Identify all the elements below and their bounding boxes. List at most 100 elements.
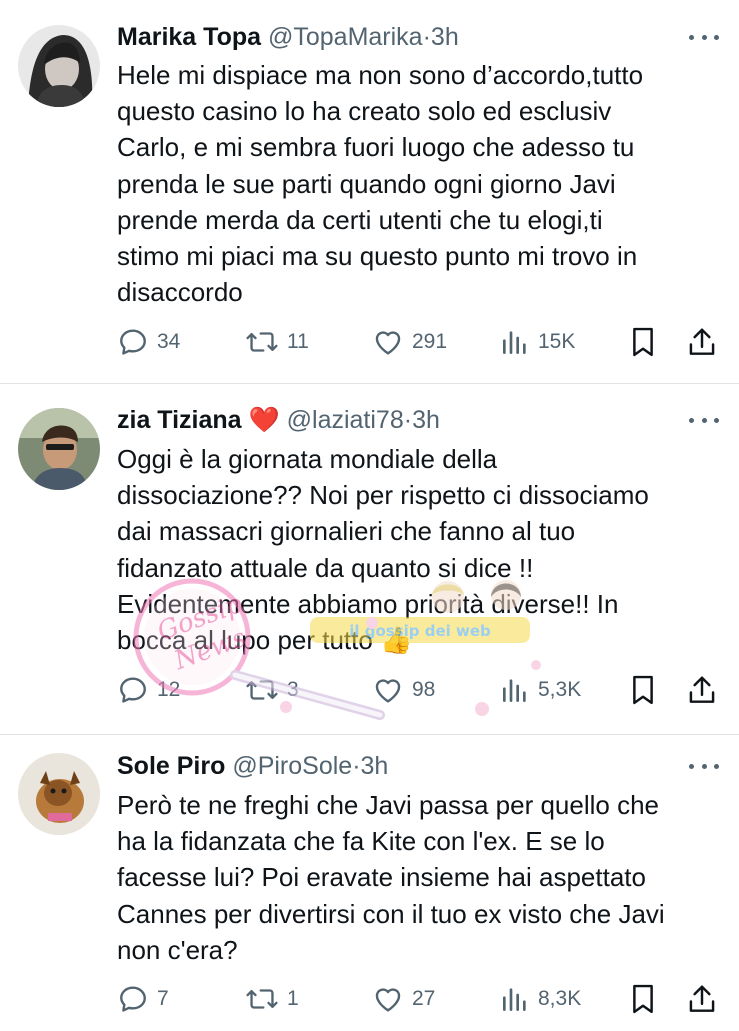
repost-count: 1 (287, 987, 299, 1010)
heart-emoji-icon: ❤️ (248, 406, 280, 434)
avatar[interactable] (18, 753, 100, 835)
separator: · (352, 752, 361, 780)
bookmark-button[interactable] (629, 979, 657, 1019)
tweet[interactable]: Sole Piro @PiroSole·3h Però te ne freghi… (0, 735, 739, 1031)
tweet-text-line: fidanzato attuale da quanto si dice !! (117, 552, 534, 583)
like-button[interactable]: 27 (372, 979, 435, 1019)
separator: · (422, 23, 431, 51)
tweet-text: Oggi è la giornata mondiale della dissoc… (117, 441, 717, 658)
tweet-text-line: prenda le sue parti quando ogni giorno J… (117, 168, 616, 199)
tweet[interactable]: zia Tiziana ❤️ @laziati78·3h Oggi è la g… (0, 384, 739, 734)
views-count: 8,3K (538, 987, 582, 1010)
reply-button[interactable]: 12 (117, 670, 180, 710)
separator: · (403, 406, 413, 434)
repost-count: 11 (287, 330, 309, 353)
action-bar: 7 1 27 8,3K (117, 979, 722, 1019)
tweet[interactable]: Marika Topa @TopaMarika·3h Hele mi dispi… (0, 0, 739, 383)
tweet-text: Però te ne freghi che Javi passa per que… (117, 787, 717, 968)
reply-icon (120, 329, 146, 355)
reply-button[interactable]: 7 (117, 979, 169, 1019)
tweet-text-line: Cannes per divertirsi con il tuo ex vist… (117, 898, 665, 929)
tweet-header: zia Tiziana ❤️ @laziati78·3h (117, 401, 440, 439)
avatar[interactable] (18, 408, 100, 490)
more-icon[interactable] (689, 401, 719, 439)
bookmark-icon (633, 675, 653, 705)
timestamp[interactable]: 3h (361, 752, 389, 780)
views-button[interactable]: 5,3K (500, 670, 581, 710)
handle[interactable]: @TopaMarika (268, 23, 423, 51)
like-count: 291 (412, 330, 448, 353)
views-button[interactable]: 15K (500, 322, 575, 362)
tweet-text-line: Hele mi dispiace ma non sono d’accordo,t… (117, 60, 644, 90)
display-name[interactable]: zia Tiziana (117, 406, 242, 434)
views-icon (503, 988, 526, 1011)
views-icon (503, 679, 526, 702)
share-icon (689, 328, 715, 355)
reply-icon (120, 677, 146, 703)
tweet-text-line: Evidentemente abbiamo priorità diverse!!… (117, 588, 619, 619)
tweet-header: Sole Piro @PiroSole·3h (117, 747, 388, 785)
like-button[interactable]: 98 (372, 670, 435, 710)
repost-icon (246, 332, 278, 352)
reply-button[interactable]: 34 (117, 322, 180, 362)
views-icon (503, 331, 526, 354)
avatar[interactable] (18, 25, 100, 107)
views-count: 5,3K (538, 678, 582, 701)
avatar-image (18, 25, 100, 107)
more-icon[interactable] (689, 747, 719, 785)
display-name[interactable]: Sole Piro (117, 752, 225, 780)
share-button[interactable] (687, 322, 717, 362)
repost-button[interactable]: 11 (245, 322, 309, 362)
heart-icon (375, 988, 401, 1012)
tweet-text-line: dissociazione?? Noi per rispetto ci diss… (117, 480, 649, 511)
tweet-text-line: dai massacri giornalieri che fanno al tu… (117, 516, 576, 547)
like-count: 27 (412, 987, 436, 1010)
share-button[interactable] (687, 670, 717, 710)
action-bar: 34 11 291 15K (117, 322, 722, 362)
share-button[interactable] (687, 979, 717, 1019)
heart-icon (375, 679, 401, 703)
bookmark-icon (633, 327, 653, 357)
action-bar: 12 3 98 5,3K (117, 670, 722, 710)
tweet-header: Marika Topa @TopaMarika·3h (117, 18, 459, 56)
heart-icon (375, 331, 401, 355)
avatar-image (18, 753, 100, 835)
repost-count: 3 (287, 678, 299, 701)
repost-icon (246, 989, 278, 1009)
tweet-text-line: ha la fidanzata che fa Kite con l'ex. E … (117, 826, 605, 857)
bookmark-button[interactable] (629, 670, 657, 710)
tweet-text-line: facesse lui? Poi eravate insieme hai asp… (117, 862, 646, 893)
handle[interactable]: @PiroSole (232, 752, 352, 780)
reply-icon (120, 986, 146, 1012)
repost-button[interactable]: 1 (245, 979, 299, 1019)
like-button[interactable]: 291 (372, 322, 447, 362)
tweet-text-line: non c'era? (117, 934, 238, 965)
display-name[interactable]: Marika Topa (117, 23, 261, 51)
tweet-text-line: Oggi è la giornata mondiale della (117, 444, 498, 474)
views-button[interactable]: 8,3K (500, 979, 581, 1019)
views-count: 15K (538, 330, 576, 353)
bookmark-icon (633, 984, 653, 1014)
tweet-text-line: prende merda da certi utenti che tu elog… (117, 204, 603, 235)
timestamp[interactable]: 3h (412, 406, 440, 434)
more-icon[interactable] (689, 18, 719, 56)
repost-button[interactable]: 3 (245, 670, 299, 710)
tweet-text-line: disaccordo (117, 277, 243, 308)
handle[interactable]: @laziati78 (287, 406, 404, 434)
share-icon (689, 985, 715, 1012)
like-count: 98 (412, 678, 436, 701)
reply-count: 34 (157, 330, 181, 353)
bookmark-button[interactable] (629, 322, 657, 362)
reply-count: 12 (157, 678, 181, 701)
timestamp[interactable]: 3h (431, 23, 459, 51)
tweet-text-line: bocca al lupo per tutto 👍 (117, 625, 413, 656)
avatar-image (18, 408, 100, 490)
share-icon (689, 676, 715, 703)
tweet-text-line: stimo mi piaci ma su questo punto mi tro… (117, 241, 638, 272)
tweet-text-line: Però te ne freghi che Javi passa per que… (117, 790, 660, 820)
tweet-text-line: Carlo, e mi sembra fuori luogo che adess… (117, 132, 635, 163)
tweet-text-line: questo casino lo ha creato solo ed esclu… (117, 96, 612, 127)
tweet-text: Hele mi dispiace ma non sono d’accordo,t… (117, 57, 717, 310)
repost-icon (246, 680, 278, 700)
reply-count: 7 (157, 987, 169, 1010)
